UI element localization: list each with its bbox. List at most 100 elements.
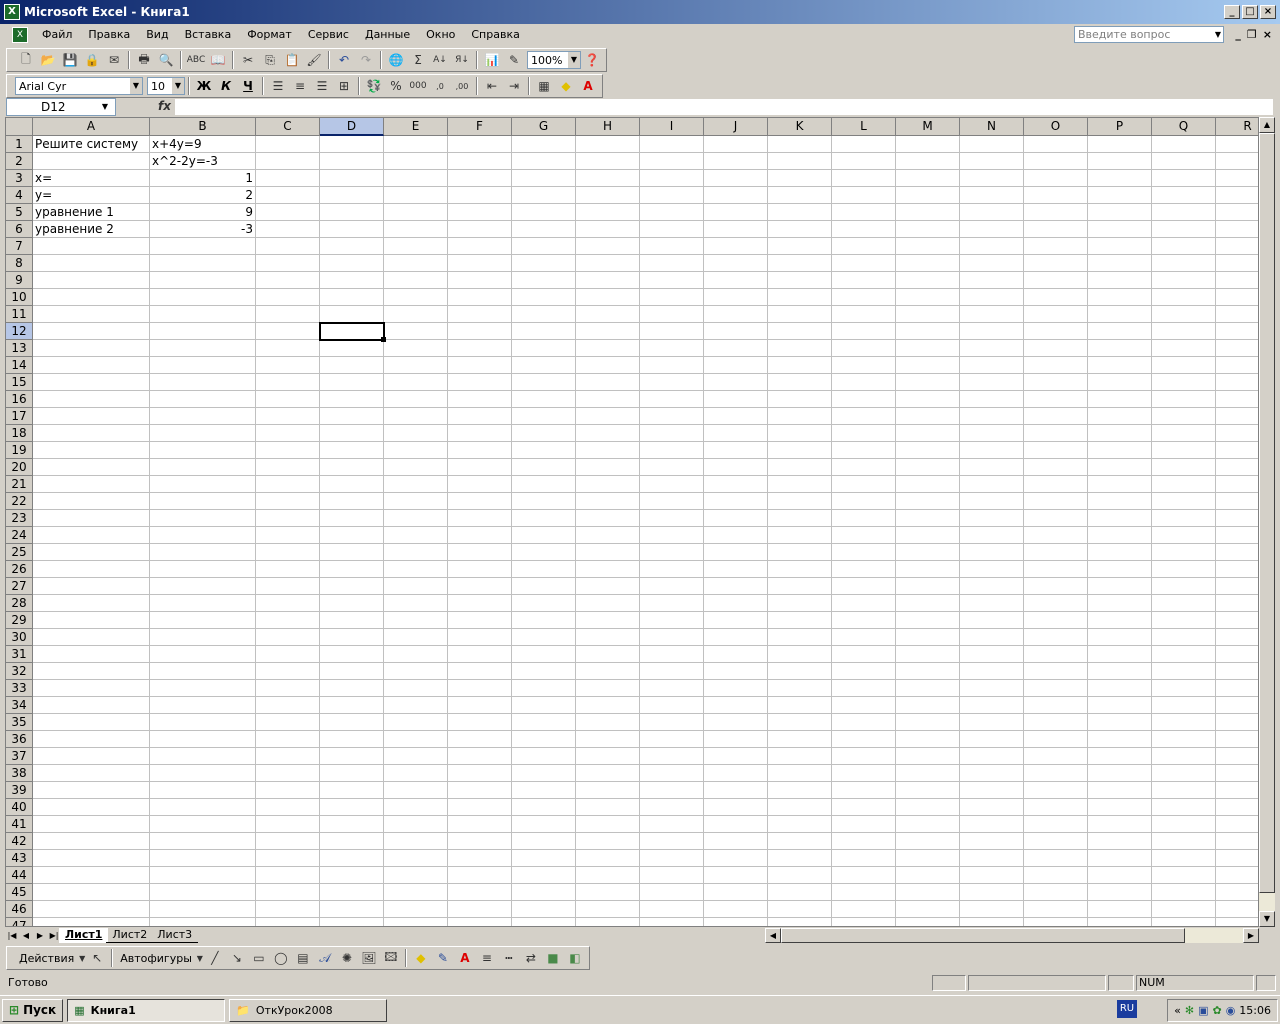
cell-g44[interactable] [512, 867, 576, 884]
cell-h47[interactable] [576, 918, 640, 926]
cell-m38[interactable] [896, 765, 960, 782]
cell-h35[interactable] [576, 714, 640, 731]
cell-l28[interactable] [832, 595, 896, 612]
cell-n1[interactable] [960, 136, 1024, 153]
save-icon[interactable]: 💾 [59, 50, 81, 70]
cell-g11[interactable] [512, 306, 576, 323]
cell-p28[interactable] [1088, 595, 1152, 612]
cell-k14[interactable] [768, 357, 832, 374]
cell-h13[interactable] [576, 340, 640, 357]
cell-f36[interactable] [448, 731, 512, 748]
cell-a15[interactable] [33, 374, 150, 391]
cell-d44[interactable] [320, 867, 384, 884]
horizontal-scrollbar[interactable]: ◀ ▶ [765, 928, 1259, 943]
cell-c17[interactable] [256, 408, 320, 425]
cell-a43[interactable] [33, 850, 150, 867]
cell-j42[interactable] [704, 833, 768, 850]
cell-o7[interactable] [1024, 238, 1088, 255]
cell-l6[interactable] [832, 221, 896, 238]
cell-p20[interactable] [1088, 459, 1152, 476]
cell-o12[interactable] [1024, 323, 1088, 340]
cell-a39[interactable] [33, 782, 150, 799]
cell-n40[interactable] [960, 799, 1024, 816]
cell-f16[interactable] [448, 391, 512, 408]
cell-j18[interactable] [704, 425, 768, 442]
row-header[interactable]: 36 [6, 731, 33, 748]
3d-icon[interactable]: ◧ [564, 948, 586, 968]
cell-r20[interactable] [1216, 459, 1258, 476]
column-header[interactable]: D [320, 118, 384, 136]
cell-j10[interactable] [704, 289, 768, 306]
cell-g17[interactable] [512, 408, 576, 425]
cell-a1[interactable]: Решите систему [33, 136, 150, 153]
cell-c35[interactable] [256, 714, 320, 731]
cell-m40[interactable] [896, 799, 960, 816]
italic-button[interactable]: К [215, 76, 237, 96]
spelling-icon[interactable]: ABC [185, 50, 207, 70]
cell-b34[interactable] [150, 697, 256, 714]
new-icon[interactable]: 🗋 [15, 50, 37, 70]
font-size-combo[interactable]: 10 ▼ [147, 77, 185, 95]
cell-f5[interactable] [448, 204, 512, 221]
cell-n41[interactable] [960, 816, 1024, 833]
cell-k3[interactable] [768, 170, 832, 187]
cell-n38[interactable] [960, 765, 1024, 782]
cell-q25[interactable] [1152, 544, 1216, 561]
cell-g45[interactable] [512, 884, 576, 901]
cell-a20[interactable] [33, 459, 150, 476]
cell-l12[interactable] [832, 323, 896, 340]
cell-i37[interactable] [640, 748, 704, 765]
cell-c32[interactable] [256, 663, 320, 680]
cell-i44[interactable] [640, 867, 704, 884]
cell-a5[interactable]: уравнение 1 [33, 204, 150, 221]
cell-n7[interactable] [960, 238, 1024, 255]
cell-k11[interactable] [768, 306, 832, 323]
cell-f13[interactable] [448, 340, 512, 357]
cell-b7[interactable] [150, 238, 256, 255]
research-icon[interactable]: 📖 [207, 50, 229, 70]
cell-k36[interactable] [768, 731, 832, 748]
cell-k41[interactable] [768, 816, 832, 833]
cell-o34[interactable] [1024, 697, 1088, 714]
cell-o37[interactable] [1024, 748, 1088, 765]
cell-i40[interactable] [640, 799, 704, 816]
cell-d8[interactable] [320, 255, 384, 272]
cell-h39[interactable] [576, 782, 640, 799]
cell-h30[interactable] [576, 629, 640, 646]
cell-e40[interactable] [384, 799, 448, 816]
taskbar-folder-button[interactable]: 📁 ОткУрок2008 [229, 998, 388, 1022]
draw-dropdown-icon[interactable]: ▼ [78, 948, 86, 968]
cell-b44[interactable] [150, 867, 256, 884]
cell-c9[interactable] [256, 272, 320, 289]
row-header[interactable]: 37 [6, 748, 33, 765]
cell-e10[interactable] [384, 289, 448, 306]
cell-d19[interactable] [320, 442, 384, 459]
cell-n34[interactable] [960, 697, 1024, 714]
row-header[interactable]: 13 [6, 340, 33, 357]
excel-app-icon[interactable]: X [4, 4, 20, 20]
cell-j20[interactable] [704, 459, 768, 476]
cell-m14[interactable] [896, 357, 960, 374]
cell-e36[interactable] [384, 731, 448, 748]
column-header[interactable]: I [640, 118, 704, 136]
cell-o4[interactable] [1024, 187, 1088, 204]
arrow-style-icon[interactable]: ⇄ [520, 948, 542, 968]
cell-d37[interactable] [320, 748, 384, 765]
row-header[interactable]: 18 [6, 425, 33, 442]
cell-q32[interactable] [1152, 663, 1216, 680]
cell-o27[interactable] [1024, 578, 1088, 595]
cell-n4[interactable] [960, 187, 1024, 204]
cell-i42[interactable] [640, 833, 704, 850]
cell-a40[interactable] [33, 799, 150, 816]
sheet-tab-1[interactable]: Лист1 [59, 927, 109, 943]
scroll-left-icon[interactable]: ◀ [765, 928, 781, 943]
active-cell-selection[interactable] [319, 322, 385, 341]
cell-k30[interactable] [768, 629, 832, 646]
cell-q45[interactable] [1152, 884, 1216, 901]
cell-i39[interactable] [640, 782, 704, 799]
column-header[interactable]: L [832, 118, 896, 136]
cell-n2[interactable] [960, 153, 1024, 170]
cell-g38[interactable] [512, 765, 576, 782]
cell-k46[interactable] [768, 901, 832, 918]
cell-r30[interactable] [1216, 629, 1258, 646]
